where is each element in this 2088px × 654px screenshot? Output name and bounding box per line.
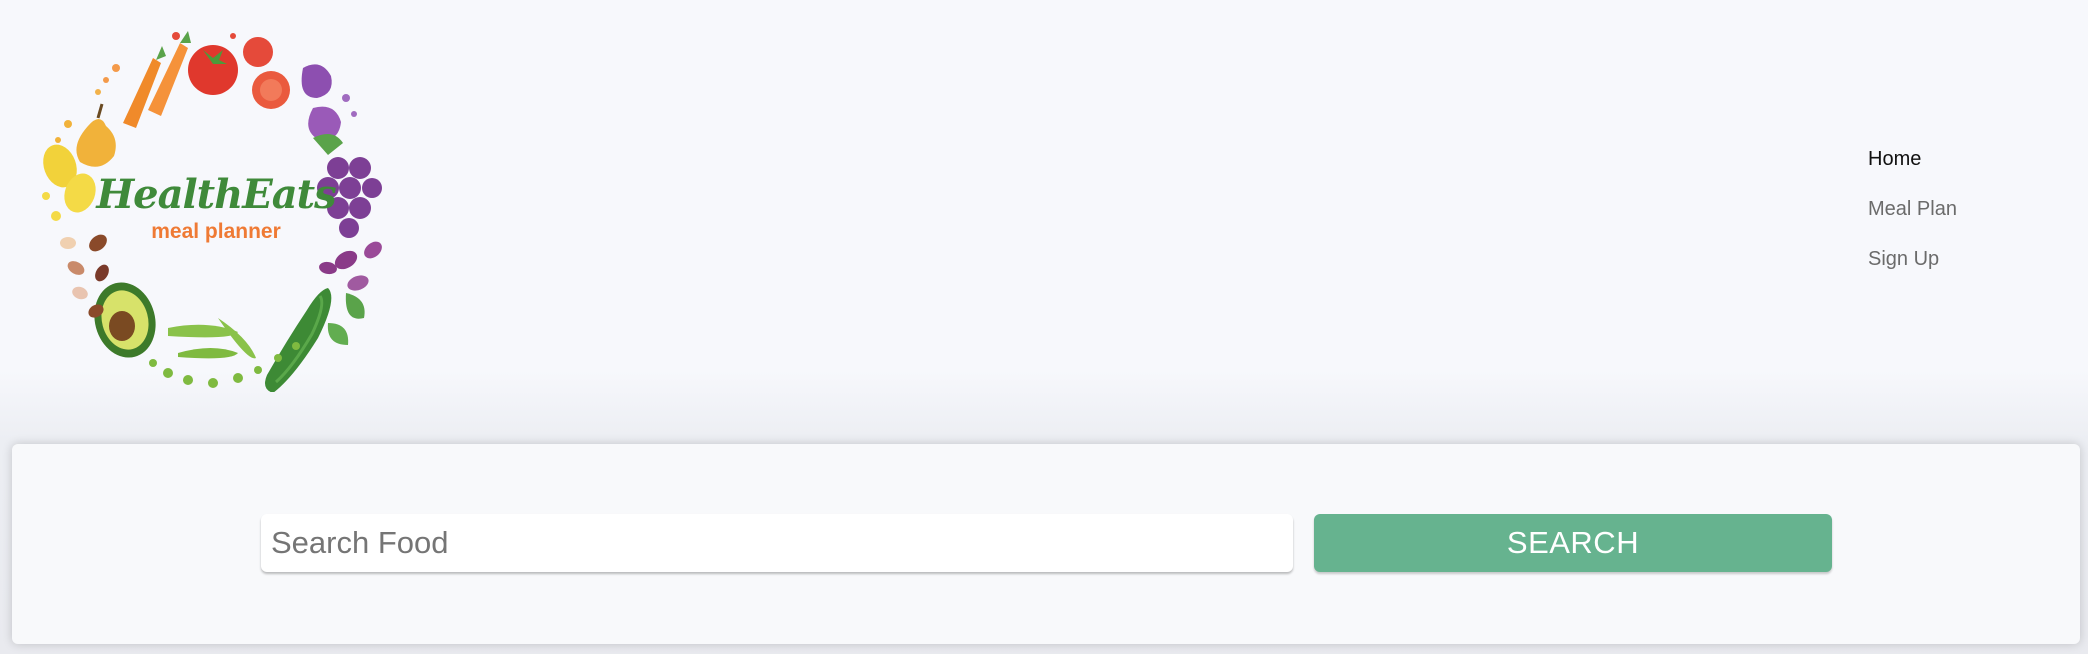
brand-name: HealthEats [96,170,336,218]
logo-text: HealthEats meal planner [28,28,392,392]
site-header: HealthEats meal planner Home Meal Plan S… [0,0,2088,440]
main-nav: Home Meal Plan Sign Up [1868,142,1957,292]
logo[interactable]: HealthEats meal planner [28,28,392,392]
brand-tagline: meal planner [151,219,281,243]
search-input[interactable] [261,514,1293,572]
page: HealthEats meal planner Home Meal Plan S… [0,0,2088,654]
search-button[interactable]: SEARCH [1314,514,1832,572]
search-panel: SEARCH [12,444,2080,644]
nav-item-meal-plan[interactable]: Meal Plan [1868,192,1957,242]
nav-item-home[interactable]: Home [1868,142,1957,192]
nav-item-sign-up[interactable]: Sign Up [1868,242,1957,292]
